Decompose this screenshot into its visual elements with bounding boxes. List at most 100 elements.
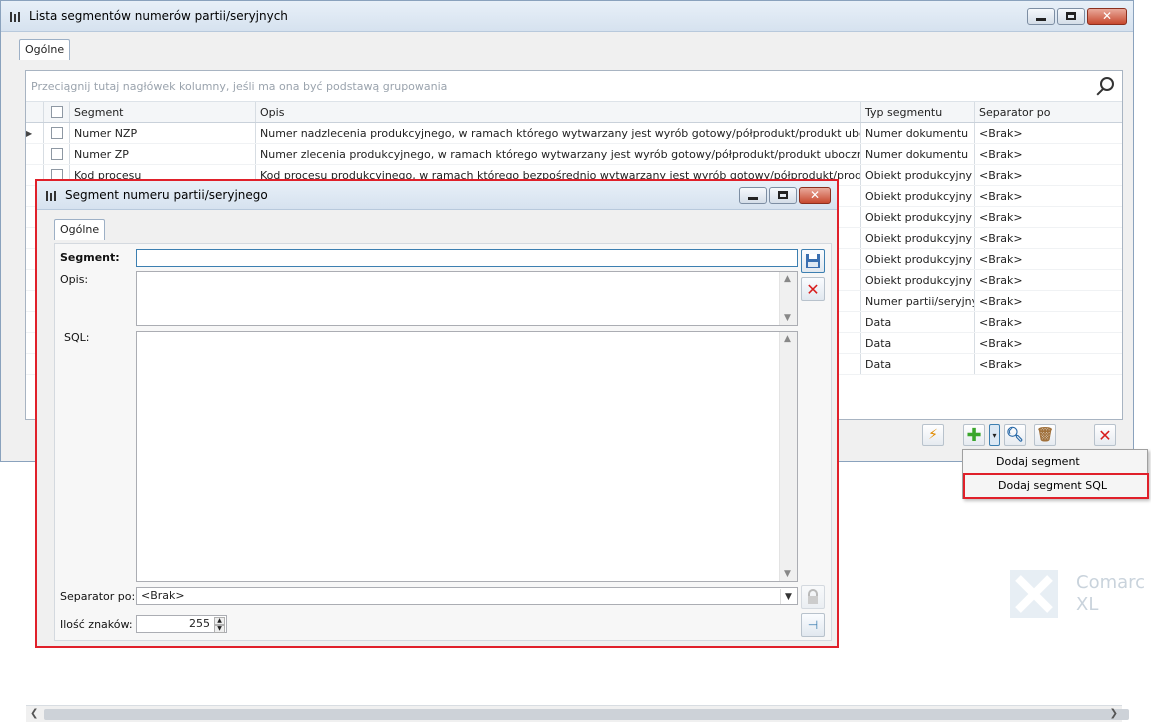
delete-button[interactable]: 🗑︎ [1034,424,1056,446]
cell-typ: Numer dokumentu [861,123,975,143]
close-button[interactable]: ✕ [1087,7,1127,25]
add-button[interactable]: ✚ [963,424,985,446]
cell-separator: <Brak> [979,357,1023,371]
cell-typ: Obiekt produkcyjny [861,249,975,269]
spin-up-icon[interactable]: ▲ [214,617,225,625]
dialog-close-button[interactable]: ✕ [799,186,831,204]
row-indicator: ▶ [26,123,44,143]
watermark-text: Comarc XL [1076,572,1146,615]
separator-select[interactable]: <Brak> ▼ [136,587,798,605]
lock-icon [808,589,818,604]
scroll-down-icon[interactable]: ▼ [784,569,791,579]
sql-scrollbar[interactable]: ▲ ▼ [779,332,797,581]
cell-separator: <Brak> [979,189,1023,203]
dialog-app-icon [45,189,59,201]
opis-scrollbar[interactable]: ▲ ▼ [779,272,797,325]
scroll-thumb[interactable] [44,709,1129,720]
cell-typ: Obiekt produkcyjny [861,207,975,227]
cancel-button[interactable]: ✕ [801,277,825,301]
close-list-button[interactable]: ✕ [1094,424,1116,446]
menu-item-add-segment[interactable]: Dodaj segment [963,450,1147,474]
cell-separator: <Brak> [979,252,1023,266]
ilosc-value: 255 [189,617,210,630]
chevron-down-icon: ▾ [992,430,997,440]
sql-label: SQL: [64,331,90,344]
cell-segment: Numer ZP [70,144,256,164]
horizontal-scrollbar[interactable]: ❮ ❯ [26,705,1129,722]
dialog-highlight-frame: Segment numeru partii/seryjnego ✕ Ogólne… [35,179,839,648]
scroll-up-icon[interactable]: ▲ [784,274,791,284]
close-x-icon: ✕ [806,279,820,299]
close-x-icon: ✕ [1098,425,1112,445]
minimize-icon [748,196,758,200]
select-all-checkbox[interactable] [50,106,63,118]
magnifier-icon: 🔍︎ [1006,427,1024,443]
scroll-right-icon[interactable]: ❯ [1110,708,1118,719]
group-hint: Przeciągnij tutaj nagłówek kolumny, jeśl… [31,79,448,93]
table-row[interactable]: ▶ Numer NZP Numer nadzlecenia produkcyjneg… [26,123,1122,144]
cell-typ: Obiekt produkcyjny [861,186,975,206]
floppy-disk-icon [806,254,820,268]
maximize-icon [1066,12,1076,20]
group-by-area[interactable]: Przeciągnij tutaj nagłówek kolumny, jeśl… [26,71,1122,102]
spin-down-icon[interactable]: ▼ [214,625,225,633]
app-icon [9,10,23,22]
cell-typ: Obiekt produkcyjny [861,165,975,185]
separator-label: Separator po: [60,590,136,603]
main-window-title: Lista segmentów numerów partii/seryjnych [29,9,288,23]
scroll-down-icon[interactable]: ▼ [784,313,791,323]
preview-button[interactable]: 🔍︎ [1004,424,1026,446]
generate-button[interactable]: ⚡ [922,424,944,446]
pin-button[interactable]: ⊣ [801,613,825,637]
add-dropdown-button[interactable]: ▾ [989,424,1000,446]
cell-typ: Data [861,333,975,353]
segment-input[interactable] [136,249,798,267]
pin-icon: ⊣ [807,618,819,632]
minimize-button[interactable] [1027,7,1055,25]
cell-separator: <Brak> [979,210,1023,224]
cell-typ: Data [861,354,975,374]
close-icon: ✕ [809,188,821,202]
opis-label: Opis: [60,273,89,286]
cell-separator: <Brak> [979,231,1023,245]
grid-header: Segment Opis Typ segmentu Separator po [26,102,1122,123]
column-header-opis[interactable]: Opis [256,102,861,122]
separator-value: <Brak> [141,589,185,602]
cell-separator: <Brak> [979,273,1023,287]
column-header-separator[interactable]: Separator po [975,106,1119,119]
ilosc-spinner[interactable]: 255 ▲ ▼ [136,615,227,633]
ilosc-label: Ilość znaków: [60,618,133,631]
cell-separator: <Brak> [979,126,1023,140]
spinner-arrows[interactable]: ▲ ▼ [214,617,225,633]
dialog-minimize-button[interactable] [739,186,767,204]
tab-ogolne[interactable]: Ogólne [19,39,71,60]
cell-separator: <Brak> [979,147,1023,161]
cell-segment: Numer NZP [70,123,256,143]
cell-typ: Obiekt produkcyjny [861,228,975,248]
search-icon[interactable] [1100,77,1114,91]
scroll-left-icon[interactable]: ❮ [30,708,38,719]
main-titlebar: Lista segmentów numerów partii/seryjnych… [1,1,1133,32]
dialog-tab-ogolne[interactable]: Ogólne [54,219,106,240]
menu-item-add-segment-sql[interactable]: Dodaj segment SQL [963,473,1149,499]
maximize-icon [778,191,788,199]
maximize-button[interactable] [1057,7,1085,25]
cell-typ: Data [861,312,975,332]
save-button[interactable] [801,249,825,273]
lightning-icon: ⚡ [928,427,938,443]
sql-textarea[interactable]: ▲ ▼ [136,331,798,582]
close-icon: ✕ [1101,9,1113,23]
scroll-up-icon[interactable]: ▲ [784,334,791,344]
cell-opis: Numer nadzlecenia produkcyjnego, w ramac… [256,123,861,143]
cell-typ: Obiekt produkcyjny [861,270,975,290]
cell-separator: <Brak> [979,294,1023,308]
opis-textarea[interactable]: ▲ ▼ [136,271,798,326]
dialog-maximize-button[interactable] [769,186,797,204]
table-row[interactable]: Numer ZP Numer zlecenia produkcyjnego, w … [26,144,1122,165]
lock-button[interactable] [801,585,825,609]
column-header-typ[interactable]: Typ segmentu [861,102,975,122]
chevron-down-icon[interactable]: ▼ [780,589,796,604]
column-header-segment[interactable]: Segment [70,102,256,122]
row-checkbox[interactable] [50,148,63,160]
row-checkbox[interactable] [50,127,63,139]
